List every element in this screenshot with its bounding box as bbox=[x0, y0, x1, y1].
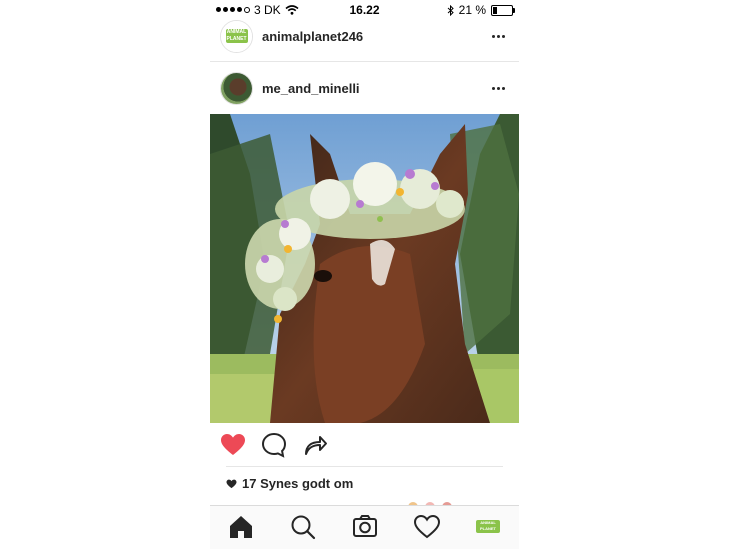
animal-planet-logo: ANIMAL PLANET bbox=[221, 20, 252, 52]
divider bbox=[210, 61, 519, 62]
divider bbox=[226, 466, 503, 467]
likes-count[interactable]: 17 Synes godt om bbox=[226, 476, 353, 491]
horse-avatar-image bbox=[221, 72, 252, 104]
horse-with-flower-crown-image bbox=[210, 114, 519, 423]
share-icon[interactable] bbox=[302, 432, 328, 458]
post-actions bbox=[210, 426, 519, 464]
post-header: me_and_minelli bbox=[210, 68, 519, 108]
post-header-animalplanet: ANIMAL PLANET animalplanet246 bbox=[210, 16, 519, 56]
more-options-icon[interactable] bbox=[492, 34, 505, 38]
activity-heart-icon[interactable] bbox=[414, 514, 440, 540]
home-icon[interactable] bbox=[228, 514, 254, 540]
battery-icon bbox=[491, 4, 515, 16]
avatar[interactable] bbox=[220, 71, 253, 105]
search-icon[interactable] bbox=[290, 514, 316, 540]
battery-percent: 21 % bbox=[458, 3, 486, 17]
battery-area: 21 % bbox=[447, 3, 515, 17]
small-heart-icon bbox=[226, 479, 237, 488]
post-photo[interactable] bbox=[210, 114, 519, 423]
avatar[interactable]: ANIMAL PLANET bbox=[220, 19, 253, 53]
heart-icon[interactable] bbox=[220, 432, 246, 458]
more-options-icon[interactable] bbox=[492, 86, 505, 90]
post-username[interactable]: animalplanet246 bbox=[262, 29, 363, 44]
post-username[interactable]: me_and_minelli bbox=[262, 81, 360, 96]
phone-screen: 3 DK 16.22 21 % ANIMAL PLANET animalplane… bbox=[210, 0, 519, 549]
likes-text: 17 Synes godt om bbox=[242, 476, 354, 491]
bottom-tab-bar: ANIMAL PLANET bbox=[210, 505, 519, 549]
profile-avatar-icon[interactable]: ANIMAL PLANET bbox=[476, 514, 502, 540]
comment-icon[interactable] bbox=[261, 432, 287, 458]
bluetooth-icon bbox=[447, 4, 454, 16]
camera-icon[interactable] bbox=[352, 514, 378, 540]
